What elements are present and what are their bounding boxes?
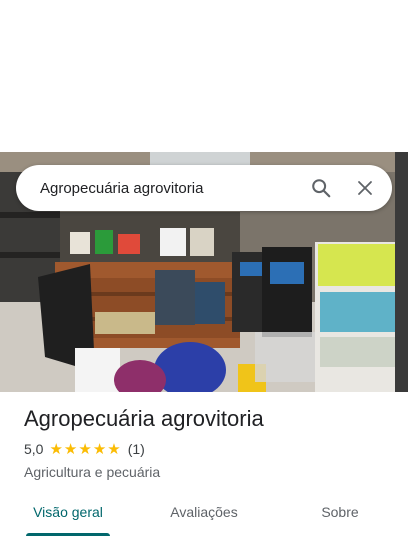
tab-reviews[interactable]: Avaliações [136, 492, 272, 544]
rating-row[interactable]: 5,0 ★ ★ ★ ★ ★ (1) [24, 440, 394, 458]
tab-bar: Visão geral Avaliações Sobre [0, 492, 408, 544]
rating-value: 5,0 [24, 441, 44, 457]
search-input[interactable]: Agropecuária agrovitoria [16, 180, 302, 197]
close-icon [358, 181, 372, 195]
star-icon: ★ [49, 440, 63, 458]
place-category: Agricultura e pecuária [24, 464, 161, 480]
review-count[interactable]: (1) [128, 441, 145, 457]
blank-area [0, 0, 408, 152]
tab-label: Visão geral [33, 504, 103, 520]
place-title: Agropecuária agrovitoria [24, 406, 264, 431]
close-button[interactable] [346, 169, 384, 207]
active-tab-indicator [26, 533, 110, 536]
star-icon: ★ [107, 440, 121, 458]
search-icon [312, 179, 331, 198]
tab-label: Avaliações [170, 504, 238, 520]
star-icon: ★ [78, 440, 92, 458]
place-info: Agropecuária agrovitoria 5,0 ★ ★ ★ ★ ★ (… [24, 404, 394, 481]
tab-about[interactable]: Sobre [272, 492, 408, 544]
search-button[interactable] [302, 169, 340, 207]
star-rating: ★ ★ ★ ★ ★ [49, 442, 121, 457]
tab-overview[interactable]: Visão geral [0, 492, 136, 544]
star-icon: ★ [92, 440, 107, 458]
search-bar[interactable]: Agropecuária agrovitoria [16, 165, 392, 211]
tab-label: Sobre [321, 504, 359, 520]
star-icon: ★ [63, 440, 78, 458]
